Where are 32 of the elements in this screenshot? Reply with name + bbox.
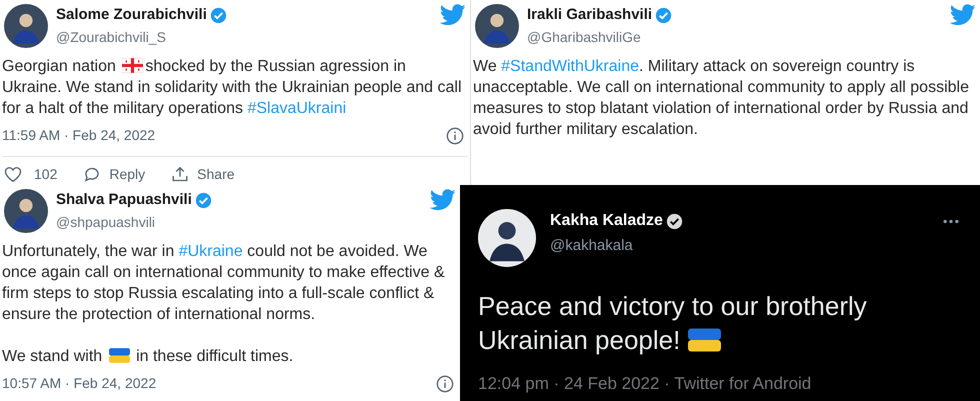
heart-icon[interactable]: [4, 166, 22, 183]
share-button[interactable]: Share: [171, 164, 235, 185]
georgia-flag-icon: [122, 58, 144, 73]
like-count: 102: [34, 165, 58, 184]
avatar: [4, 4, 48, 48]
share-icon: [171, 166, 190, 183]
author-name[interactable]: Kakha Kaladze: [550, 209, 663, 233]
avatar: [478, 209, 536, 267]
info-icon[interactable]: [446, 126, 464, 144]
timestamp[interactable]: 11:59 AM · Feb 24, 2022: [2, 125, 156, 146]
author-name[interactable]: Salome Zourabichvili: [56, 4, 207, 26]
author-name[interactable]: Shalva Papuashvili: [56, 189, 192, 212]
more-icon[interactable]: [942, 219, 960, 224]
ukraine-flag-icon: [108, 348, 130, 363]
tweet-text: We #StandWithUkraine. Military attack on sovereign country is unacceptable. We call on international community to apply all possible measures to stop blatant violation of international order by Russia and avoid further military escalation.: [473, 57, 970, 140]
tweet-text: We stand with in these difficult times.: [2, 347, 294, 367]
author-name[interactable]: Irakli Garibashvili: [527, 4, 652, 26]
ukraine-flag-icon: [688, 328, 721, 352]
author-handle[interactable]: @GharibashviliGe: [527, 26, 942, 48]
tweet-text: Georgian nation shocked by the Russian agression in Ukraine. We stand in solidarity with the Ukrainian people and call for a halt of the military operations #SlavaUkraini: [2, 57, 462, 119]
author-handle[interactable]: @Zourabichvili_S: [56, 26, 432, 48]
tweet-text: Peace and victory to our brotherly Ukrainian people!: [478, 290, 868, 357]
avatar: [4, 189, 48, 233]
reply-button[interactable]: Reply: [83, 164, 146, 185]
speech-bubble-icon: [83, 166, 102, 183]
avatar: [475, 4, 519, 48]
timestamp[interactable]: 10:57 AM · Feb 24, 2022: [2, 373, 156, 394]
author-handle[interactable]: @shpapuashvili: [56, 212, 422, 232]
tweet-text: Unfortunately, the war in #Ukraine could not be avoided. We once again call on international community to make effective & firm steps to stop Russia escalating into a full-scale conflict & ensure the protection of international norms.: [2, 242, 446, 325]
info-icon[interactable]: [436, 374, 454, 392]
timestamp[interactable]: 12:04 pm · 24 Feb 2022 · Twitter for Android: [478, 371, 812, 396]
author-handle[interactable]: @kakhakala: [550, 235, 928, 258]
